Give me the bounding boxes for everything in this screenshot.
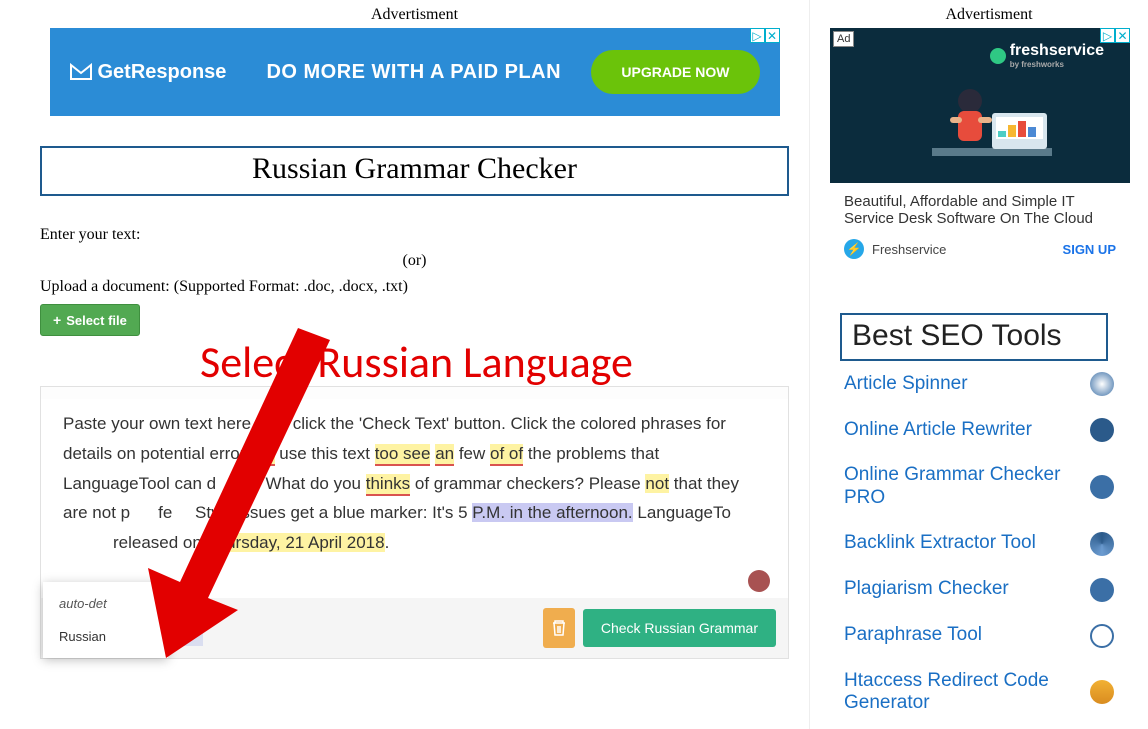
ad-logo: GetResponse	[70, 61, 227, 84]
sidebar-item-htaccess[interactable]: Htaccess Redirect Code Generator	[840, 659, 1118, 727]
sidebar-list: Article Spinner Online Article Rewriter …	[840, 361, 1118, 729]
enter-text-label: Enter your text:	[40, 226, 789, 244]
ad-tag: Ad	[833, 31, 854, 47]
ad-label-sidebar: Advertisment	[830, 6, 1148, 24]
sb-ad-close-corner[interactable]: ▷✕	[1100, 28, 1130, 43]
tool-icon	[1090, 418, 1114, 442]
plus-icon: +	[53, 312, 61, 328]
sidebar-ad[interactable]: ▷✕ Ad freshserviceby freshworks	[830, 28, 1130, 283]
annotation-text: Select Russian Language	[200, 335, 633, 389]
sb-ad-logo: freshserviceby freshworks	[990, 42, 1104, 69]
sidebar-item-plagiarism[interactable]: Plagiarism Checker	[840, 567, 1118, 613]
tool-icon	[1090, 680, 1114, 704]
error-count-badge[interactable]	[748, 570, 770, 592]
sb-ad-signup[interactable]: SIGN UP	[1063, 242, 1116, 257]
tool-icon	[1090, 532, 1114, 556]
select-file-button[interactable]: + Select file	[40, 304, 140, 336]
text-editor[interactable]: Paste your own text here anclick the 'Ch…	[41, 399, 788, 598]
lang-option-russian[interactable]: Russian	[43, 620, 168, 653]
sidebar-item-grammar-checker[interactable]: Online Grammar Checker PRO	[840, 453, 1118, 521]
sidebar-title-box: Best SEO Tools	[840, 313, 1108, 361]
ad-cta-button[interactable]: UPGRADE NOW	[591, 50, 759, 94]
trash-button[interactable]	[543, 608, 575, 648]
sidebar-item-article-rewriter[interactable]: Online Article Rewriter	[840, 407, 1118, 453]
page-title-bar: Russian Grammar Checker	[40, 146, 789, 196]
ad-banner-main[interactable]: GetResponse DO MORE WITH A PAID PLAN UPG…	[50, 28, 780, 116]
sidebar-title: Best SEO Tools	[842, 315, 1106, 359]
or-label: (or)	[40, 252, 789, 270]
tool-icon	[1090, 578, 1114, 602]
sidebar-item-paraphrase[interactable]: Paraphrase Tool	[840, 613, 1118, 659]
chevron-down-icon: ⌄	[180, 620, 191, 636]
trash-icon	[552, 620, 566, 636]
ad-close-corner[interactable]: ▷✕	[750, 28, 780, 43]
lang-option-auto[interactable]: auto-det	[43, 587, 168, 620]
language-dropdown-popup: auto-det Russian	[43, 582, 168, 658]
check-grammar-button[interactable]: Check Russian Grammar	[583, 609, 776, 647]
ad-tagline: DO MORE WITH A PAID PLAN	[266, 61, 561, 84]
tool-icon	[1090, 624, 1114, 648]
tool-icon	[1090, 372, 1114, 396]
sidebar-item-article-spinner[interactable]: Article Spinner	[840, 361, 1118, 407]
upload-label: Upload a document: (Supported Format: .d…	[40, 278, 789, 296]
sb-ad-name: Freshservice	[872, 242, 1055, 257]
tool-icon	[1090, 475, 1114, 499]
ad-label-main: Advertisment	[40, 6, 789, 24]
sidebar-item-backlink[interactable]: Backlink Extractor Tool	[840, 521, 1118, 567]
bolt-icon: ⚡	[844, 239, 864, 259]
sb-ad-desc: Beautiful, Affordable and Simple IT Serv…	[830, 183, 1130, 233]
page-title: Russian Grammar Checker	[42, 152, 787, 186]
